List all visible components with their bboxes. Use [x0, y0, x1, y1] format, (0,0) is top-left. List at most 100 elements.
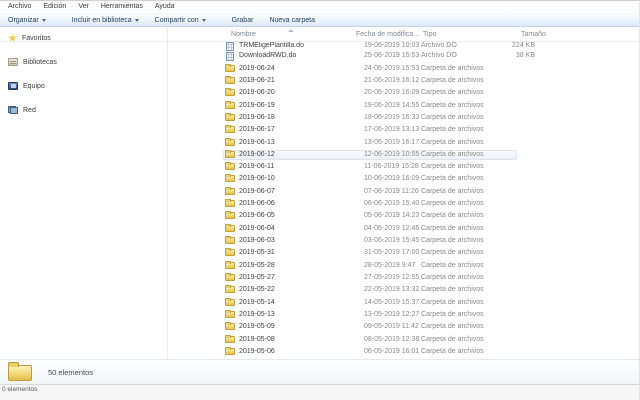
header-divider — [0, 41, 639, 42]
file-row[interactable]: 2019-05-0909-05-2019 11:42Carpeta de arc… — [168, 322, 639, 332]
file-name: 2019-05-22 — [239, 285, 275, 296]
file-type: Carpeta de archivos — [421, 113, 484, 124]
file-row[interactable]: 2019-06-1313-06-2019 16:17Carpeta de arc… — [168, 138, 639, 148]
file-row[interactable]: 2019-05-3131-05-2019 17:00Carpeta de arc… — [168, 248, 639, 258]
file-row[interactable]: 2019-06-0707-06-2019 11:26Carpeta de arc… — [168, 187, 639, 197]
file-name: TRMEligePlantilla.do — [239, 41, 304, 52]
file-name: 2019-06-19 — [239, 101, 275, 112]
file-type: Carpeta de archivos — [421, 125, 484, 136]
toolbar-button-label: Nueva carpeta — [269, 17, 315, 24]
folder-icon — [225, 225, 235, 232]
file-row[interactable]: 2019-05-1313-05-2019 12:27Carpeta de arc… — [168, 310, 639, 320]
file-name: 2019-06-03 — [239, 236, 275, 247]
file-date-modified: 27-05-2019 12:55 — [364, 273, 419, 284]
navigation-pane: Favoritos Bibliotecas Equipo Red — [0, 27, 168, 359]
file-date-modified: 12-06-2019 10:55 — [364, 150, 419, 161]
file-type: Carpeta de archivos — [421, 335, 484, 346]
file-date-modified: 24-06-2019 15:53 — [364, 64, 419, 75]
file-date-modified: 10-06-2019 16:09 — [364, 174, 419, 185]
toolbar-button-compartir-con[interactable]: Compartir con — [150, 16, 211, 25]
menu-item-edici-n[interactable]: Edición — [37, 1, 72, 13]
file-name: 2019-06-18 — [239, 113, 275, 124]
file-row[interactable]: 2019-06-1818-06-2019 16:33Carpeta de arc… — [168, 113, 639, 123]
file-row[interactable]: 2019-06-0505-06-2019 14:23Carpeta de arc… — [168, 211, 639, 221]
file-row[interactable]: 2019-06-2121-06-2019 16:12Carpeta de arc… — [168, 76, 639, 86]
column-header-row: Nombre Fecha de modifica... Tipo Tamaño — [168, 27, 639, 41]
file-row[interactable]: 2019-05-2727-05-2019 12:55Carpeta de arc… — [168, 273, 639, 283]
file-row[interactable]: 2019-06-24 24-06-2019 15:53Carpeta de arc… — [168, 64, 639, 74]
file-name: 2019-06-11 — [239, 162, 274, 173]
file-row[interactable]: 2019-05-0606-05-2019 16:01Carpeta de arc… — [168, 347, 639, 357]
folder-icon — [225, 126, 235, 133]
file-row[interactable]: 2019-06-1010-06-2019 16:09Carpeta de arc… — [168, 174, 639, 184]
file-type: Carpeta de archivos — [421, 310, 484, 321]
menu-item-archivo[interactable]: Archivo — [2, 1, 37, 13]
file-list-pane: Nombre Fecha de modifica... Tipo Tamaño … — [168, 27, 639, 359]
toolbar-button-grabar[interactable]: Grabar — [227, 16, 259, 25]
file-name: 2019-06-12 — [239, 150, 275, 161]
file-row[interactable]: 2019-06-1111-06-2019 15:28Carpeta de arc… — [168, 162, 639, 172]
file-row[interactable]: 2019-05-1414-05-2019 15:37Carpeta de arc… — [168, 298, 639, 308]
file-type: Carpeta de archivos — [421, 224, 484, 235]
file-row[interactable]: 2019-05-2828-05-2019 9:47Carpeta de arch… — [168, 261, 639, 271]
column-header-size[interactable]: Tamaño — [521, 27, 546, 42]
folder-icon — [225, 139, 235, 146]
file-date-modified: 09-05-2019 11:42 — [364, 322, 419, 333]
toolbar-button-nueva-carpeta[interactable]: Nueva carpeta — [264, 16, 320, 25]
file-row[interactable]: TRMEligePlantilla.do19-06-2019 10:03Arch… — [168, 41, 639, 51]
file-row[interactable]: 2019-05-0808-05-2019 12:38Carpeta de arc… — [168, 335, 639, 345]
file-name: DownloadRWD.do — [239, 51, 296, 62]
file-row[interactable]: 2019-05-2222-05-2019 13:32Carpeta de arc… — [168, 285, 639, 295]
file-name: 2019-06-10 — [239, 174, 275, 185]
library-icon — [8, 58, 18, 66]
file-type: Carpeta de archivos — [421, 64, 484, 75]
file-type: Carpeta de archivos — [421, 211, 484, 222]
column-header-type[interactable]: Tipo — [423, 27, 436, 42]
toolbar-button-incluir-en-biblioteca[interactable]: Incluir en biblioteca — [67, 16, 144, 25]
file-date-modified: 22-05-2019 13:32 — [364, 285, 419, 296]
folder-icon — [225, 102, 235, 109]
do-file-icon — [226, 42, 234, 51]
file-type: Archivo DO — [421, 51, 457, 62]
toolbar-button-label: Compartir con — [155, 17, 199, 24]
sidebar-item-equipo[interactable]: Equipo — [0, 80, 167, 92]
file-date-modified: 25-06-2019 15:53 — [364, 51, 419, 62]
status-count-label: 0 elementos — [0, 385, 639, 393]
file-name: 2019-06-24 — [239, 64, 275, 75]
sidebar-item-label: Equipo — [23, 83, 45, 90]
sidebar-item-label: Red — [23, 107, 36, 114]
computer-icon — [8, 82, 18, 90]
menu-item-herramientas[interactable]: Herramientas — [95, 1, 149, 13]
file-row[interactable]: 2019-06-0303-06-2019 15:45Carpeta de arc… — [168, 236, 639, 246]
file-row[interactable]: 2019-06-0606-06-2019 15:40Carpeta de arc… — [168, 199, 639, 209]
file-row[interactable]: 2019-06-1212-06-2019 10:55Carpeta de arc… — [168, 150, 639, 160]
file-name: 2019-05-27 — [239, 273, 275, 284]
file-type: Carpeta de archivos — [421, 187, 484, 198]
file-row[interactable]: 2019-06-1717-06-2019 13:13Carpeta de arc… — [168, 125, 639, 135]
sidebar-item-favoritos[interactable]: Favoritos — [0, 32, 167, 44]
column-header-name[interactable]: Nombre — [231, 27, 256, 42]
sidebar-item-bibliotecas[interactable]: Bibliotecas — [0, 56, 167, 68]
toolbar-button-label: Grabar — [232, 17, 254, 24]
folder-icon — [225, 77, 235, 84]
file-type: Carpeta de archivos — [421, 261, 484, 272]
file-row[interactable]: 2019-06-1919-06-2019 14:55Carpeta de arc… — [168, 101, 639, 111]
folder-icon — [225, 311, 235, 318]
folder-icon — [225, 65, 235, 72]
column-header-date-modified[interactable]: Fecha de modifica... — [356, 27, 419, 42]
file-date-modified: 21-06-2019 16:12 — [364, 76, 419, 87]
menu-item-ayuda[interactable]: Ayuda — [149, 1, 181, 13]
sidebar-item-red[interactable]: Red — [0, 104, 167, 116]
file-date-modified: 14-05-2019 15:37 — [364, 298, 419, 309]
menu-item-ver[interactable]: Ver — [72, 1, 95, 13]
file-list: TRMEligePlantilla.do19-06-2019 10:03Arch… — [168, 41, 639, 359]
file-date-modified: 06-05-2019 16:01 — [364, 347, 419, 358]
file-row[interactable]: DownloadRWD.do 25-06-2019 15:53Archivo DO… — [168, 51, 639, 61]
toolbar-button-organizar[interactable]: Organizar — [3, 16, 51, 25]
file-type: Carpeta de archivos — [421, 236, 484, 247]
file-row[interactable]: 2019-06-2020-06-2019 16:09Carpeta de arc… — [168, 88, 639, 98]
file-type: Carpeta de archivos — [421, 199, 484, 210]
folder-icon — [225, 163, 235, 170]
file-row[interactable]: 2019-06-0404-06-2019 12:46Carpeta de arc… — [168, 224, 639, 234]
file-date-modified: 13-05-2019 12:27 — [364, 310, 419, 321]
